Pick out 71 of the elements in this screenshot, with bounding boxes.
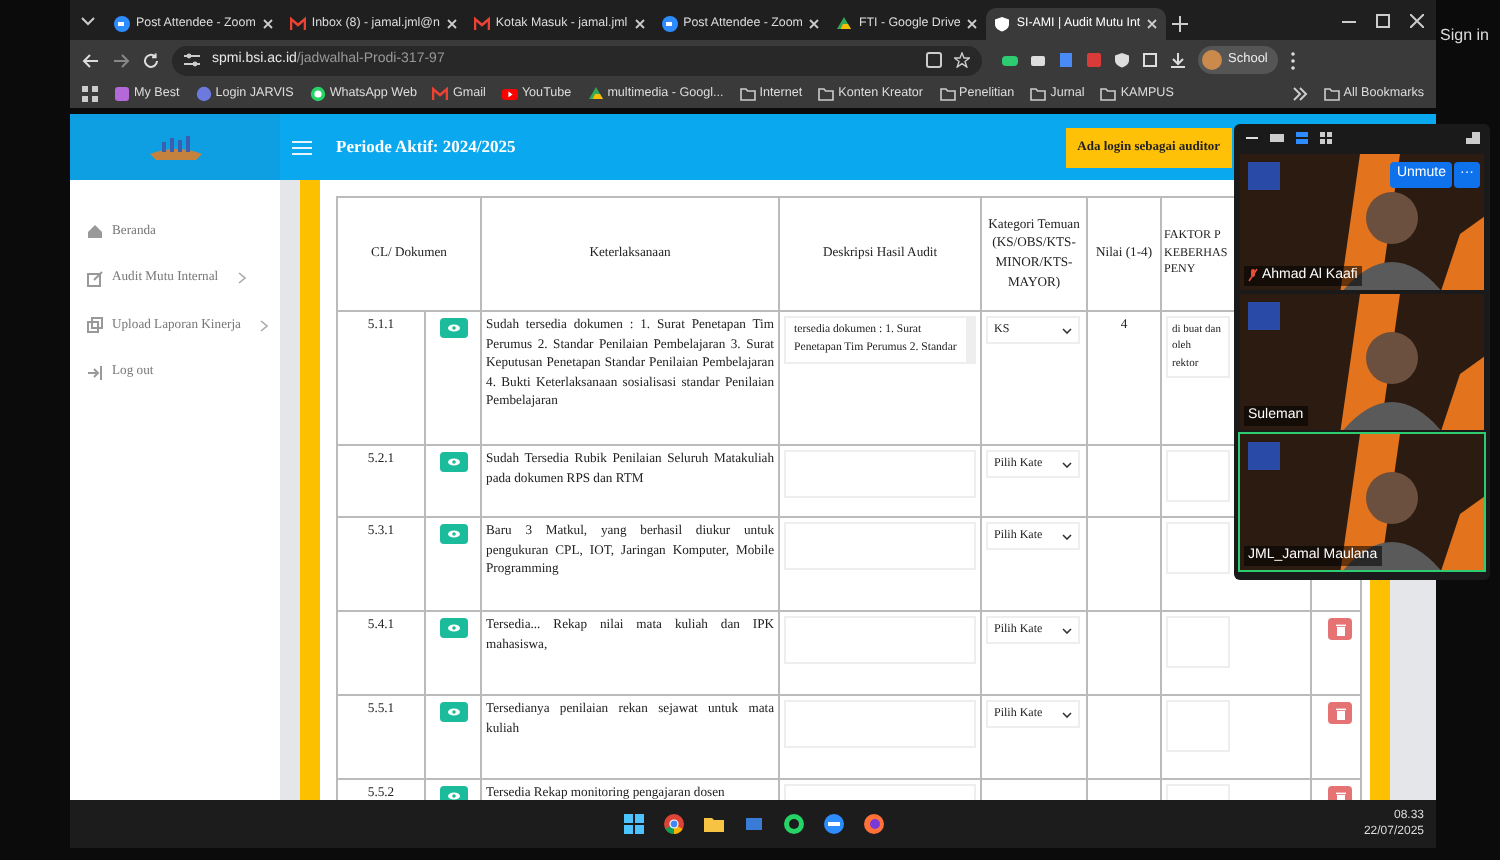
chat-icon — [309, 86, 326, 102]
success-factor-field[interactable] — [1166, 522, 1231, 574]
eye-icon — [448, 530, 460, 538]
close-icon[interactable] — [445, 18, 458, 30]
chat-icon[interactable] — [783, 814, 803, 834]
eye-icon — [448, 624, 460, 632]
folder-icon — [1030, 86, 1047, 102]
app-icon — [114, 86, 130, 102]
shield-icon — [994, 16, 1011, 32]
shield-icon[interactable] — [1114, 52, 1130, 68]
logo-drawing — [145, 133, 205, 161]
sign-in-link[interactable]: Sign in — [1436, 0, 1500, 48]
folder-icon — [939, 86, 955, 102]
caret-icon — [1062, 327, 1073, 333]
back-arrow-icon[interactable] — [82, 51, 100, 69]
grid-icon[interactable] — [1320, 132, 1332, 144]
eye-icon — [448, 324, 460, 332]
star-icon — [954, 52, 970, 68]
double-chevron-icon[interactable] — [1291, 86, 1308, 102]
drive-icon — [836, 16, 853, 32]
close-icon[interactable] — [966, 18, 979, 30]
description-field[interactable] — [784, 522, 977, 570]
minimize-icon[interactable] — [1246, 132, 1258, 144]
logout-icon — [86, 363, 104, 382]
caret-icon — [1062, 711, 1073, 717]
home-icon — [86, 222, 104, 241]
forward-arrow-icon[interactable] — [112, 51, 130, 69]
mail-icon — [473, 16, 490, 32]
upload-icon — [86, 316, 104, 335]
delete-button[interactable] — [1328, 618, 1353, 640]
folder-icon — [818, 86, 835, 102]
apps-grid-icon[interactable] — [82, 86, 98, 102]
folder-icon — [1323, 86, 1340, 102]
tune-icon — [184, 52, 200, 68]
mail-icon — [289, 16, 306, 32]
caret-icon — [1062, 627, 1073, 633]
drive-icon — [587, 86, 604, 102]
browser-icon[interactable] — [863, 814, 883, 834]
eye-icon — [448, 708, 460, 716]
window-icon[interactable] — [1270, 132, 1284, 144]
avatar-icon — [1202, 50, 1222, 70]
description-field[interactable] — [784, 616, 977, 664]
close-icon[interactable] — [633, 18, 646, 30]
description-field[interactable] — [784, 450, 977, 498]
close-icon[interactable] — [1410, 13, 1424, 27]
folder-icon — [739, 86, 756, 102]
close-icon[interactable] — [808, 18, 821, 30]
description-field[interactable] — [784, 700, 977, 748]
reload-icon[interactable] — [142, 51, 160, 69]
folder-icon — [1100, 86, 1117, 102]
mail-icon — [432, 86, 449, 102]
menu-icon[interactable] — [1289, 51, 1296, 69]
trash-icon — [1335, 707, 1346, 719]
start-icon[interactable] — [623, 814, 643, 834]
success-factor-field[interactable] — [1166, 450, 1231, 502]
speaker-view-icon[interactable] — [1296, 132, 1308, 144]
close-icon[interactable] — [1146, 18, 1159, 30]
folder-icon[interactable] — [703, 814, 723, 834]
edit-icon — [86, 269, 104, 288]
eye-icon — [448, 458, 460, 466]
maximize-icon[interactable] — [1376, 13, 1390, 27]
caret-icon — [1062, 461, 1073, 467]
trash-icon — [1335, 623, 1346, 635]
eye-icon — [448, 792, 460, 800]
caret-icon — [1062, 533, 1073, 539]
browser-icon[interactable] — [663, 814, 683, 834]
delete-button[interactable] — [1328, 702, 1353, 724]
download-icon[interactable] — [1170, 52, 1186, 68]
close-icon[interactable] — [261, 18, 274, 30]
play-icon — [501, 86, 518, 102]
period-title: Periode Aktif: 2024/2025 — [336, 134, 516, 160]
